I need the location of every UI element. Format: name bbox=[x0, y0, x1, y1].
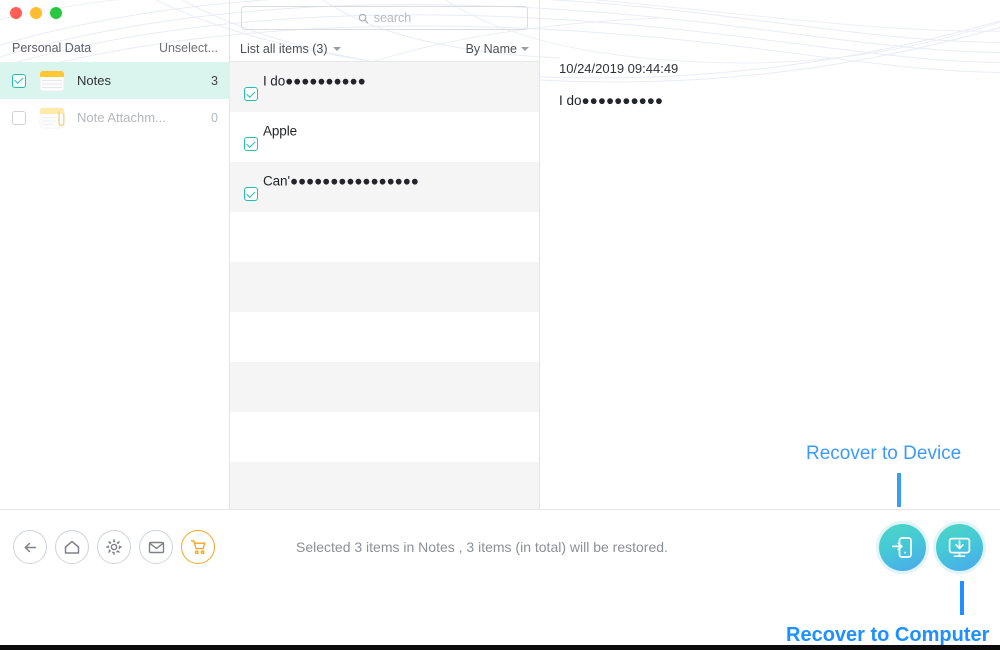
list-empty-row bbox=[230, 262, 539, 312]
bottom-toolbar: Selected 3 items in Notes , 3 items (in … bbox=[0, 509, 1000, 650]
search-placeholder: search bbox=[373, 11, 412, 25]
gear-icon bbox=[106, 539, 122, 555]
detail-content: I do●●●●●●●●●● bbox=[559, 93, 664, 108]
recover-to-computer-button[interactable] bbox=[936, 524, 983, 571]
cart-icon bbox=[190, 540, 205, 555]
status-message: Selected 3 items in Notes , 3 items (in … bbox=[296, 539, 668, 555]
item-list[interactable]: I do●●●●●●●●●● Apple Can'●●●●●●●●●●●●●●●… bbox=[230, 62, 539, 509]
list-empty-row bbox=[230, 462, 539, 509]
monitor-download-icon bbox=[948, 537, 971, 558]
list-empty-row bbox=[230, 362, 539, 412]
minimize-button[interactable] bbox=[30, 7, 42, 19]
sidebar-count-note-attachments: 0 bbox=[211, 110, 218, 125]
sidebar-header: Personal Data Unselect... bbox=[0, 34, 230, 62]
unselect-all-button[interactable]: Unselect... bbox=[159, 41, 218, 55]
sidebar-count-notes: 3 bbox=[211, 73, 218, 88]
sidebar-item-note-attachments[interactable]: Note Attachm... 0 bbox=[0, 99, 230, 136]
chevron-down-icon bbox=[521, 46, 529, 51]
window-controls[interactable] bbox=[10, 7, 62, 19]
sidebar-label-note-attachments: Note Attachm... bbox=[77, 110, 166, 125]
list-item[interactable]: I do●●●●●●●●●● bbox=[230, 62, 539, 112]
back-arrow-icon bbox=[24, 542, 36, 552]
sidebar-item-notes[interactable]: Notes 3 bbox=[0, 62, 230, 99]
chevron-down-icon bbox=[332, 46, 341, 51]
list-empty-row bbox=[230, 412, 539, 462]
sidebar-title: Personal Data bbox=[12, 41, 92, 55]
list-empty-row bbox=[230, 212, 539, 262]
search-area: search bbox=[230, 0, 539, 36]
list-item-label: I do●●●●●●●●●● bbox=[263, 73, 366, 89]
recover-to-device-button[interactable] bbox=[879, 524, 926, 571]
close-button[interactable] bbox=[10, 7, 22, 19]
list-filter-dropdown[interactable]: List all items (3) bbox=[240, 42, 466, 56]
list-sort-dropdown[interactable]: By Name bbox=[466, 42, 529, 56]
list-item[interactable]: Apple bbox=[230, 112, 539, 162]
list-sort-label: By Name bbox=[465, 41, 517, 56]
recover-button-group bbox=[879, 524, 983, 571]
list-item[interactable]: Can'●●●●●●●●●●●●●●●● bbox=[230, 162, 539, 212]
store-button[interactable] bbox=[181, 530, 215, 564]
settings-button[interactable] bbox=[97, 530, 131, 564]
list-item-label: Apple bbox=[263, 123, 298, 139]
detail-timestamp: 10/24/2019 09:44:49 bbox=[559, 61, 679, 76]
content-panes: Personal Data Unselect... Notes 3 Note A… bbox=[0, 0, 1000, 509]
home-button[interactable] bbox=[55, 530, 89, 564]
search-icon bbox=[358, 13, 369, 23]
list-item-checkbox[interactable] bbox=[244, 187, 258, 201]
sidebar-label-notes: Notes bbox=[77, 73, 111, 88]
item-list-pane: search List all items (3) By Name I do●●… bbox=[230, 0, 540, 509]
sidebar-checkbox-note-attachments[interactable] bbox=[12, 110, 26, 125]
back-button[interactable] bbox=[13, 530, 47, 564]
mail-button[interactable] bbox=[139, 530, 173, 564]
list-filter-label: List all items (3) bbox=[240, 41, 328, 56]
toolbar-icon-group bbox=[13, 530, 215, 564]
list-item-checkbox[interactable] bbox=[244, 87, 258, 101]
bottom-edge-strip bbox=[0, 645, 1000, 650]
list-toolbar: List all items (3) By Name bbox=[230, 36, 539, 62]
sidebar-checkbox-notes[interactable] bbox=[12, 73, 26, 88]
search-input[interactable]: search bbox=[241, 6, 528, 30]
list-item-checkbox[interactable] bbox=[244, 137, 258, 151]
sidebar: Personal Data Unselect... Notes 3 Note A… bbox=[0, 0, 230, 509]
mail-icon bbox=[148, 541, 164, 554]
note-attachment-icon bbox=[39, 107, 65, 128]
home-icon bbox=[64, 540, 80, 554]
notepad-icon bbox=[39, 70, 65, 91]
list-item-label: Can'●●●●●●●●●●●●●●●● bbox=[263, 173, 419, 189]
zoom-button[interactable] bbox=[50, 7, 62, 19]
device-export-icon bbox=[891, 537, 912, 558]
list-empty-row bbox=[230, 312, 539, 362]
detail-pane: 10/24/2019 09:44:49 I do●●●●●●●●●● bbox=[541, 0, 1000, 509]
